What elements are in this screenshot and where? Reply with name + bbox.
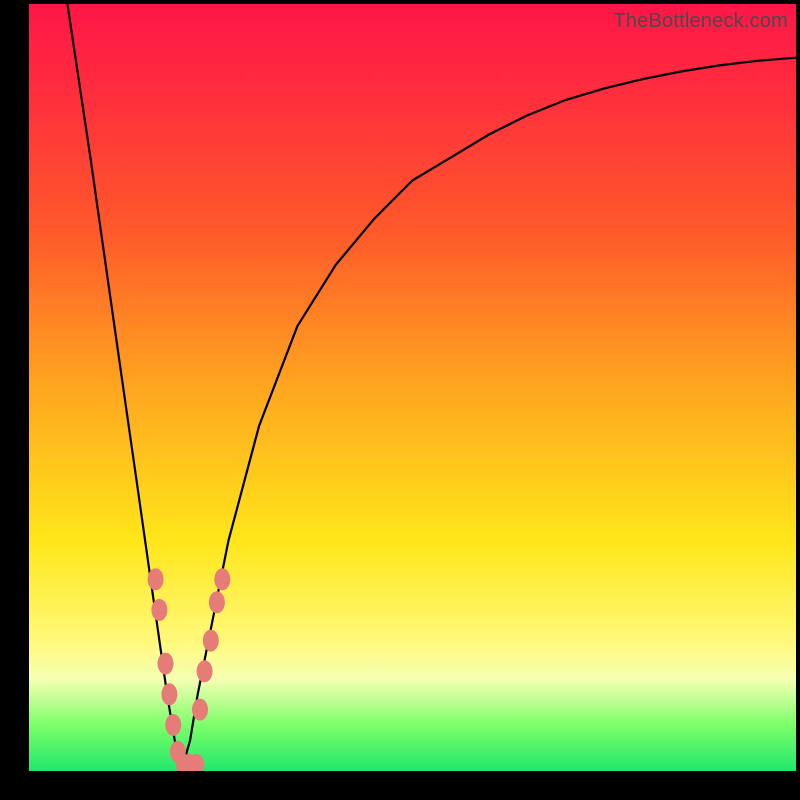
plot-area: TheBottleneck.com: [29, 4, 796, 771]
chart-svg: [29, 4, 796, 771]
data-marker: [158, 653, 174, 675]
data-marker: [148, 568, 164, 590]
data-marker: [209, 591, 225, 613]
data-marker: [203, 630, 219, 652]
data-marker: [214, 568, 230, 590]
data-marker: [161, 683, 177, 705]
data-marker: [151, 599, 167, 621]
data-marker: [197, 660, 213, 682]
bottleneck-curve: [67, 4, 796, 767]
data-marker: [192, 699, 208, 721]
chart-frame: TheBottleneck.com: [0, 0, 800, 800]
data-marker: [165, 714, 181, 736]
